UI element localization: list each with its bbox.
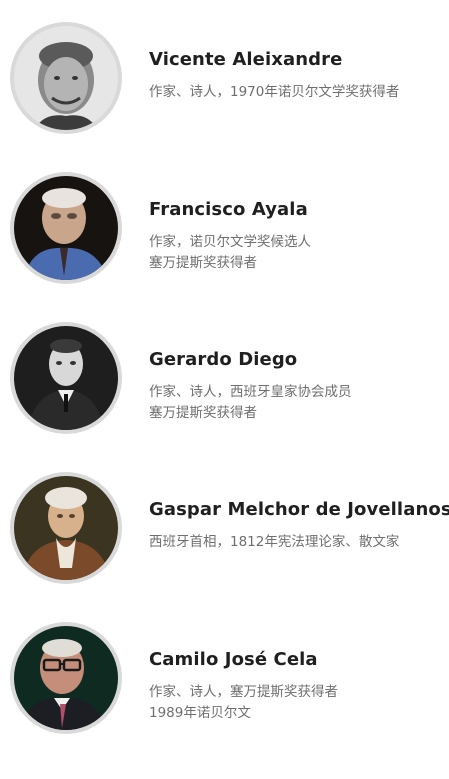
person-name: Gerardo Diego [149,349,298,370]
description-line: 西班牙首相，1812年宪法理论家、散文家 [149,534,400,550]
list-item[interactable]: Vicente Aleixandre 作家、诗人，1970年诺贝尔文学奖获得者 [0,22,449,142]
description-line: 塞万提斯奖获得者 [149,255,257,271]
description-line: 作家、诗人，西班牙皇家协会成员 [149,384,352,400]
person-name: Camilo José Cela [149,649,318,670]
portrait-photo [14,476,118,580]
portrait-photo [14,326,118,430]
person-name: Vicente Aleixandre [149,49,343,70]
list-item[interactable]: Gaspar Melchor de Jovellanos 西班牙首相，1812年… [0,472,449,592]
avatar[interactable] [10,472,122,584]
avatar[interactable] [10,22,122,134]
portrait-photo [14,26,118,130]
description-line: 作家、诗人，塞万提斯奖获得者 [149,684,338,700]
person-description: 作家、诗人，塞万提斯奖获得者 1989年诺贝尔文 [149,682,338,724]
person-description: 西班牙首相，1812年宪法理论家、散文家 [149,532,399,553]
person-description: 作家，诺贝尔文学奖候选人 塞万提斯奖获得者 [149,232,311,274]
person-name: Gaspar Melchor de Jovellanos [149,499,449,520]
person-description: 作家、诗人，西班牙皇家协会成员 塞万提斯奖获得者 [149,382,352,424]
person-name: Francisco Ayala [149,199,308,220]
portrait-photo [14,626,118,730]
avatar[interactable] [10,172,122,284]
portrait-photo [14,176,118,280]
person-description: 作家、诗人，1970年诺贝尔文学奖获得者 [149,82,399,103]
avatar[interactable] [10,322,122,434]
description-line: 作家，诺贝尔文学奖候选人 [149,234,311,250]
description-line: 塞万提斯奖获得者 [149,405,257,421]
list-item[interactable]: Gerardo Diego 作家、诗人，西班牙皇家协会成员 塞万提斯奖获得者 [0,322,449,442]
list-item[interactable]: Camilo José Cela 作家、诗人，塞万提斯奖获得者 1989年诺贝尔… [0,622,449,742]
people-list: Vicente Aleixandre 作家、诗人，1970年诺贝尔文学奖获得者 … [0,0,449,779]
list-item[interactable]: Francisco Ayala 作家，诺贝尔文学奖候选人 塞万提斯奖获得者 [0,172,449,292]
description-line: 作家、诗人，1970年诺贝尔文学奖获得者 [149,84,400,100]
description-line: 1989年诺贝尔文 [149,705,251,721]
avatar[interactable] [10,622,122,734]
